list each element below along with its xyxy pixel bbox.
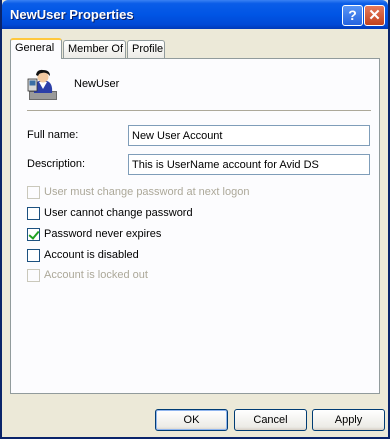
close-button[interactable]: ✕ — [364, 5, 385, 26]
ok-button[interactable]: OK — [155, 409, 228, 431]
checkbox-label[interactable]: Password never expires — [44, 228, 161, 240]
divider — [27, 110, 371, 111]
properties-window: NewUser Properties ? ✕ General Member Of… — [0, 0, 390, 439]
window-title: NewUser Properties — [10, 7, 134, 22]
full-name-field[interactable] — [128, 125, 370, 146]
checkbox-label[interactable]: User cannot change password — [44, 207, 193, 219]
user-icon — [27, 69, 57, 100]
checkbox[interactable] — [27, 228, 40, 241]
help-icon: ? — [348, 7, 357, 23]
tab-general[interactable]: General — [10, 38, 62, 59]
checkbox[interactable] — [27, 207, 40, 220]
checkbox-label: Account is locked out — [44, 269, 148, 281]
close-icon: ✕ — [368, 7, 381, 24]
tab-profile[interactable]: Profile — [127, 40, 165, 58]
title-bar[interactable]: NewUser Properties ? ✕ — [2, 0, 388, 29]
help-button[interactable]: ? — [342, 5, 363, 26]
description-label: Description: — [27, 158, 86, 170]
checkbox-label[interactable]: Account is disabled — [44, 249, 139, 261]
apply-button[interactable]: Apply — [312, 409, 385, 431]
checkbox[interactable] — [27, 249, 40, 262]
description-field[interactable] — [128, 154, 370, 175]
cancel-button[interactable]: Cancel — [234, 409, 307, 431]
checkbox-label: User must change password at next logon — [44, 186, 250, 198]
checkbox — [27, 269, 40, 282]
general-tab-panel: NewUser Full name: Description: User mus… — [10, 58, 380, 394]
user-name: NewUser — [74, 78, 120, 90]
checkbox — [27, 186, 40, 199]
full-name-label: Full name: — [27, 129, 79, 141]
tab-member-of[interactable]: Member Of — [63, 40, 126, 58]
